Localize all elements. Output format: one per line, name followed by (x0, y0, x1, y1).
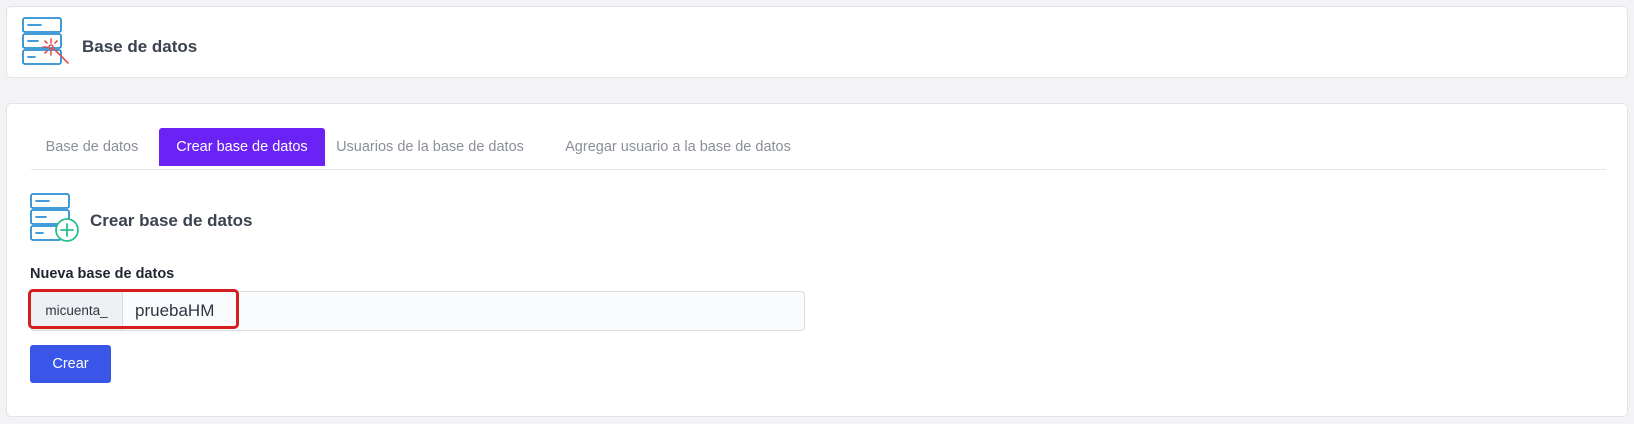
tab-crear-base-de-datos[interactable]: Crear base de datos (159, 128, 325, 166)
database-name-input[interactable] (124, 292, 804, 330)
create-button[interactable]: Crear (30, 345, 111, 383)
tab-bar: Base de datos Crear base de datos Usuari… (31, 128, 1606, 170)
database-magic-icon (22, 17, 69, 65)
tab-base-de-datos[interactable]: Base de datos (31, 128, 153, 166)
main-card: Base de datos Crear base de datos Usuari… (6, 103, 1628, 417)
database-prefix: micuenta_ (31, 292, 123, 330)
database-name-input-group: micuenta_ (30, 291, 805, 331)
new-database-label: Nueva base de datos (30, 266, 175, 282)
page-title: Base de datos (82, 37, 198, 56)
tab-usuarios-base-de-datos[interactable]: Usuarios de la base de datos (330, 128, 530, 166)
tab-agregar-usuario[interactable]: Agregar usuario a la base de datos (537, 128, 819, 166)
header-card: Base de datos (6, 6, 1628, 78)
section-title: Crear base de datos (90, 211, 253, 230)
database-add-icon (30, 193, 79, 242)
